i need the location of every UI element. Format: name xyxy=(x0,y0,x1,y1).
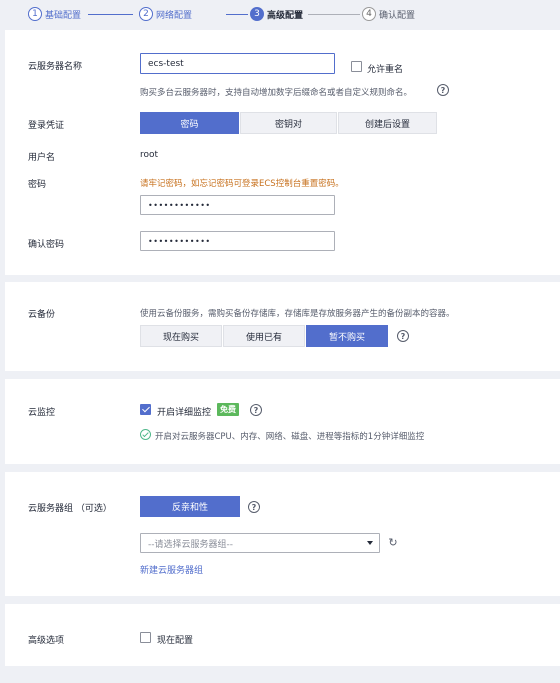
server-group-select[interactable]: --请选择云服务器组-- xyxy=(140,533,380,553)
step-1[interactable]: 1 基础配置 xyxy=(28,6,81,22)
anti-affinity-button[interactable]: 反亲和性 xyxy=(140,496,240,517)
server-name-help-icon[interactable]: ? xyxy=(437,84,449,96)
credential-later-option[interactable]: 创建后设置 xyxy=(338,112,437,134)
cloud-monitor-help-icon[interactable]: ? xyxy=(250,404,262,416)
step-1-label: 基础配置 xyxy=(45,10,82,21)
confirm-password-label: 确认密码 xyxy=(28,240,65,250)
username-label: 用户名 xyxy=(28,153,56,163)
allow-duplicate-label: 允许重名 xyxy=(367,65,404,75)
server-group-label: 云服务器组 （可选） xyxy=(28,504,112,514)
cloud-backup-label: 云备份 xyxy=(28,310,56,320)
detailed-monitor-label: 开启详细监控 xyxy=(157,408,212,418)
detailed-monitor-checkbox[interactable] xyxy=(140,404,151,415)
stepper: 1 基础配置 2 网络配置 3 高级配置 4 确认配置 xyxy=(0,0,560,28)
step-2[interactable]: 2 网络配置 xyxy=(139,6,192,22)
server-group-help-icon[interactable]: ? xyxy=(248,501,260,513)
credential-label: 登录凭证 xyxy=(28,121,65,131)
step-4-number: 4 xyxy=(362,7,376,21)
password-input[interactable]: •••••••••••• xyxy=(140,195,335,215)
server-name-value: ecs-test xyxy=(148,58,184,69)
cloud-backup-selector: 现在购买 使用已有 暂不购买 xyxy=(140,325,389,347)
step-3: 3 高级配置 xyxy=(250,6,303,22)
step-2-label: 网络配置 xyxy=(156,10,193,21)
refresh-icon[interactable]: ↻ xyxy=(387,536,399,549)
allow-duplicate-checkbox[interactable] xyxy=(351,61,362,72)
cloud-backup-hint: 使用云备份服务，需购买备份存储库，存储库是存放服务器产生的备份副本的容器。 xyxy=(140,309,455,319)
credential-selector: 密码 密钥对 创建后设置 xyxy=(140,112,438,134)
step-4: 4 确认配置 xyxy=(362,6,415,22)
check-circle-icon xyxy=(140,429,151,440)
step-3-label: 高级配置 xyxy=(267,10,304,21)
basic-settings-panel: 云服务器名称 ecs-test 允许重名 购买多台云服务器时，支持自动增加数字后… xyxy=(5,30,560,275)
server-group-panel: 云服务器组 （可选） 反亲和性 ? --请选择云服务器组-- ↻ 新建云服务器组 xyxy=(5,472,560,596)
server-group-select-placeholder: --请选择云服务器组-- xyxy=(148,539,233,550)
password-value: •••••••••••• xyxy=(148,200,211,210)
password-label: 密码 xyxy=(28,180,47,190)
cloud-monitor-label: 云监控 xyxy=(28,408,56,418)
username-value: root xyxy=(140,150,159,160)
confirm-password-input[interactable]: •••••••••••• xyxy=(140,231,335,251)
step-line-2 xyxy=(226,14,248,15)
step-2-number: 2 xyxy=(139,7,153,21)
backup-buy-now-option[interactable]: 现在购买 xyxy=(140,325,222,347)
step-3-number: 3 xyxy=(250,7,264,21)
free-badge: 免费 xyxy=(217,403,239,416)
backup-not-now-option[interactable]: 暂不购买 xyxy=(306,325,388,347)
cloud-monitor-panel: 云监控 开启详细监控 免费 ? 开启对云服务器CPU、内存、网络、磁盘、进程等指… xyxy=(5,379,560,464)
cloud-backup-help-icon[interactable]: ? xyxy=(397,330,409,342)
step-4-label: 确认配置 xyxy=(379,10,416,21)
step-1-number: 1 xyxy=(28,7,42,21)
advanced-options-label: 高级选项 xyxy=(28,636,65,646)
configure-now-label: 现在配置 xyxy=(157,636,194,646)
step-line-1 xyxy=(88,14,133,15)
server-name-hint: 购买多台云服务器时，支持自动增加数字后缀命名或者自定义规则命名。 xyxy=(140,88,413,98)
credential-password-option[interactable]: 密码 xyxy=(140,112,239,134)
chevron-down-icon xyxy=(367,541,373,545)
configure-now-checkbox[interactable] xyxy=(140,632,151,643)
backup-use-existing-option[interactable]: 使用已有 xyxy=(223,325,305,347)
password-warning: 请牢记密码，如忘记密码可登录ECS控制台重置密码。 xyxy=(140,179,344,189)
step-line-3 xyxy=(308,14,360,15)
detailed-monitor-info: 开启对云服务器CPU、内存、网络、磁盘、进程等指标的1分钟详细监控 xyxy=(155,432,425,442)
cloud-backup-panel: 云备份 使用云备份服务，需购买备份存储库，存储库是存放服务器产生的备份副本的容器… xyxy=(5,282,560,371)
server-name-input[interactable]: ecs-test xyxy=(140,53,335,74)
new-server-group-link[interactable]: 新建云服务器组 xyxy=(140,563,203,576)
advanced-options-panel: 高级选项 现在配置 xyxy=(5,604,560,666)
credential-keypair-option[interactable]: 密钥对 xyxy=(240,112,337,134)
server-name-label: 云服务器名称 xyxy=(28,62,83,72)
confirm-password-value: •••••••••••• xyxy=(148,236,211,246)
